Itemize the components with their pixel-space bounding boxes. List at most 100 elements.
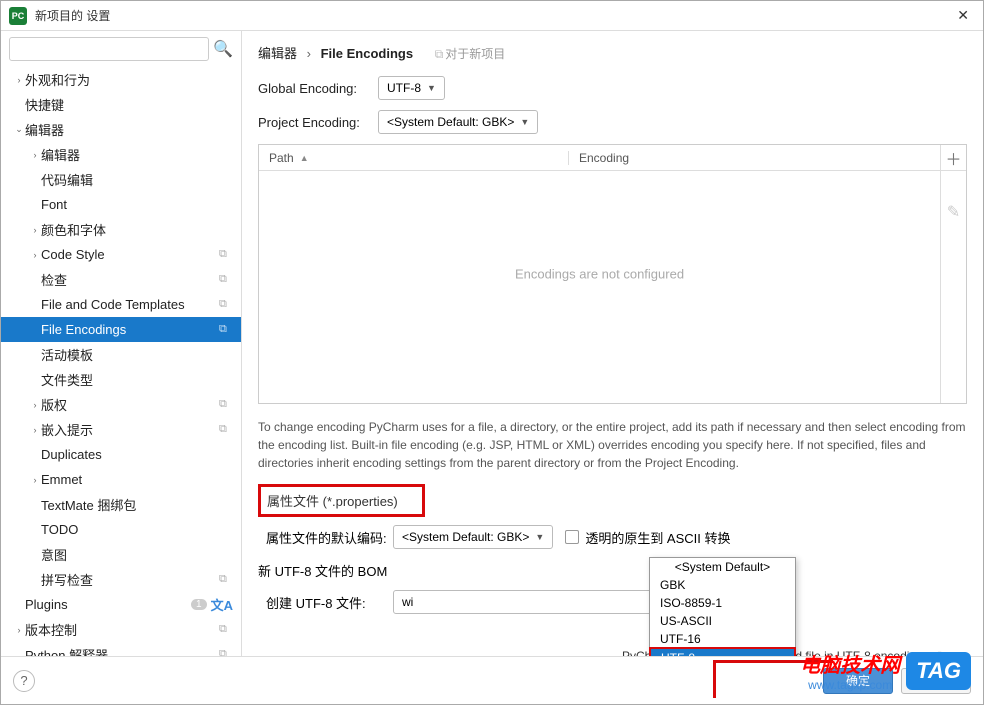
sidebar-item[interactable]: ›Emmet (1, 467, 241, 492)
copy-icon: ⧉ (219, 423, 233, 436)
settings-tree[interactable]: ›外观和行为快捷键⌄编辑器›编辑器代码编辑Font›颜色和字体›Code Sty… (1, 67, 241, 656)
table-header-encoding[interactable]: Encoding (569, 151, 629, 165)
sidebar-item-label: 拼写检查 (41, 570, 219, 589)
sidebar-item-label: File and Code Templates (41, 297, 219, 312)
sidebar-item-label: Python 解释器 (25, 645, 219, 656)
copy-icon: ⧉ (219, 398, 233, 411)
sidebar-item-label: Emmet (41, 472, 233, 487)
dropdown-option[interactable]: UTF-16 (650, 630, 795, 648)
bom-create-label: 创建 UTF-8 文件: (258, 593, 393, 612)
sidebar-item[interactable]: ›颜色和字体 (1, 217, 241, 242)
sidebar-item[interactable]: ›编辑器 (1, 142, 241, 167)
breadcrumb-sep-icon: › (307, 46, 311, 61)
sidebar-item[interactable]: ›版权⧉ (1, 392, 241, 417)
table-header-path[interactable]: Path▲ (259, 151, 569, 165)
sidebar-item[interactable]: 活动模板 (1, 342, 241, 367)
sidebar-item-label: 代码编辑 (41, 170, 233, 189)
sidebar-item-label: File Encodings (41, 322, 219, 337)
translate-icon: 文A (211, 595, 233, 614)
chevron-icon: › (29, 150, 41, 160)
sidebar-item[interactable]: Plugins1 文A (1, 592, 241, 617)
dropdown-option[interactable]: US-ASCII (650, 612, 795, 630)
sidebar-item[interactable]: ›版本控制⧉ (1, 617, 241, 642)
chevron-icon: › (13, 625, 25, 635)
dropdown-option[interactable]: GBK (650, 576, 795, 594)
sidebar-item[interactable]: ›Code Style⧉ (1, 242, 241, 267)
dropdown-option[interactable]: UTF-8 (649, 647, 796, 656)
copy-icon: ⧉ (219, 323, 233, 336)
sidebar-item[interactable]: File Encodings⧉ (1, 317, 241, 342)
content-panel: 编辑器 › File Encodings ⧉对于新项目 Global Encod… (242, 31, 983, 656)
dropdown-option[interactable]: <System Default> (650, 558, 795, 576)
sidebar-item-label: 外观和行为 (25, 70, 233, 89)
sidebar-item-label: TextMate 捆绑包 (41, 495, 233, 514)
chevron-icon: › (29, 400, 41, 410)
breadcrumb-note: 对于新项目 (445, 47, 505, 61)
sidebar-item[interactable]: 意图 (1, 542, 241, 567)
copy-icon: ⧉ (219, 623, 233, 636)
properties-section-header: 属性文件 (*.properties) (258, 484, 425, 517)
chevron-icon: › (29, 250, 41, 260)
sidebar-item[interactable]: TextMate 捆绑包 (1, 492, 241, 517)
chevron-icon: › (13, 75, 25, 85)
global-encoding-combo[interactable]: UTF-8▼ (378, 76, 445, 100)
add-row-button[interactable]: ＋ (941, 145, 966, 171)
global-encoding-label: Global Encoding: (258, 81, 378, 96)
sidebar-item[interactable]: 拼写检查⧉ (1, 567, 241, 592)
sidebar-item[interactable]: Duplicates (1, 442, 241, 467)
chevron-icon: › (29, 425, 41, 435)
search-icon: 🔍 (213, 39, 233, 59)
search-input[interactable] (9, 37, 209, 61)
breadcrumb-active: File Encodings (321, 46, 413, 61)
breadcrumb: 编辑器 › File Encodings ⧉对于新项目 (258, 43, 967, 62)
copy-icon: ⧉ (435, 47, 444, 61)
props-default-combo[interactable]: <System Default: GBK>▼ (393, 525, 553, 549)
sidebar-item[interactable]: 代码编辑 (1, 167, 241, 192)
sidebar-item-label: 检查 (41, 270, 219, 289)
bom-section-header: 新 UTF-8 文件的 BOM (258, 561, 967, 580)
sidebar-item[interactable]: Font (1, 192, 241, 217)
sidebar-item[interactable]: TODO (1, 517, 241, 542)
sidebar-item-label: Font (41, 197, 233, 212)
sidebar-item-label: 版本控制 (25, 620, 219, 639)
close-button[interactable]: ✕ (951, 5, 975, 26)
sidebar-item[interactable]: 文件类型 (1, 367, 241, 392)
chevron-down-icon: ▼ (535, 532, 544, 542)
encoding-dropdown[interactable]: <System Default>GBKISO-8859-1US-ASCIIUTF… (649, 557, 796, 656)
sidebar-item-label: Duplicates (41, 447, 233, 462)
sidebar-item-label: 颜色和字体 (41, 220, 233, 239)
titlebar: PC 新项目的 设置 ✕ (1, 1, 983, 31)
edit-row-button[interactable]: ✎ (941, 199, 966, 225)
help-button[interactable]: ? (13, 670, 35, 692)
sidebar-item-label: 编辑器 (41, 145, 233, 164)
chevron-down-icon: ▼ (427, 83, 436, 93)
copy-icon: ⧉ (219, 298, 233, 311)
app-icon: PC (9, 7, 27, 25)
sidebar-item-label: 嵌入提示 (41, 420, 219, 439)
project-encoding-label: Project Encoding: (258, 115, 378, 130)
sidebar-item-label: 版权 (41, 395, 219, 414)
dropdown-option[interactable]: ISO-8859-1 (650, 594, 795, 612)
breadcrumb-root[interactable]: 编辑器 (258, 46, 297, 61)
sidebar-item[interactable]: Python 解释器⧉ (1, 642, 241, 656)
sidebar-item[interactable]: File and Code Templates⧉ (1, 292, 241, 317)
sidebar-item[interactable]: 检查⧉ (1, 267, 241, 292)
encoding-table: Path▲ Encoding Encodings are not configu… (258, 144, 967, 404)
sidebar-item[interactable]: ›嵌入提示⧉ (1, 417, 241, 442)
badge: 1 (191, 599, 207, 610)
ascii-checkbox[interactable] (565, 530, 579, 544)
copy-icon: ⧉ (219, 273, 233, 286)
sidebar-item[interactable]: ⌄编辑器 (1, 117, 241, 142)
copy-icon: ⧉ (219, 648, 233, 656)
chevron-icon: ⌄ (13, 124, 25, 135)
sidebar-item[interactable]: ›外观和行为 (1, 67, 241, 92)
sidebar-item[interactable]: 快捷键 (1, 92, 241, 117)
sidebar-item-label: Plugins (25, 597, 191, 612)
copy-icon: ⧉ (219, 573, 233, 586)
sidebar-item-label: 编辑器 (25, 120, 233, 139)
project-encoding-combo[interactable]: <System Default: GBK>▼ (378, 110, 538, 134)
watermark: 电脑技术网 www.tagxp.com TAG (800, 649, 971, 692)
window-title: 新项目的 设置 (35, 7, 110, 24)
table-empty-text: Encodings are not configured (515, 267, 684, 282)
props-default-label: 属性文件的默认编码: (258, 528, 393, 547)
